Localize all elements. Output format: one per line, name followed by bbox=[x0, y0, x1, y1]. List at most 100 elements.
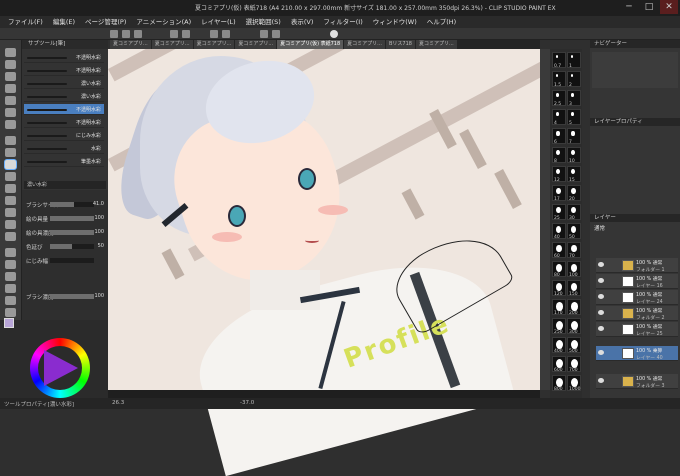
brush-density-row[interactable]: ブラシ濃度 100 bbox=[26, 292, 104, 301]
brush-size-preset[interactable]: 800 bbox=[552, 375, 566, 392]
menu-selection[interactable]: 選択範囲(S) bbox=[242, 16, 285, 28]
brush-size-preset[interactable]: 700 bbox=[567, 356, 581, 373]
foreground-color-swatch[interactable] bbox=[4, 318, 14, 328]
menu-page[interactable]: ページ管理(P) bbox=[81, 16, 130, 28]
brush-size-preset[interactable]: 70 bbox=[567, 242, 581, 259]
paint-amount-row[interactable]: 絵の具量 100 bbox=[26, 214, 104, 223]
prop-slider[interactable] bbox=[50, 258, 94, 263]
brush-size-preset[interactable]: 2.5 bbox=[552, 90, 566, 107]
save-icon[interactable] bbox=[134, 30, 142, 38]
undo-icon[interactable] bbox=[170, 30, 178, 38]
brush-item[interactable]: 濃い水彩 bbox=[24, 91, 104, 102]
decoration-tool-icon[interactable] bbox=[5, 184, 16, 193]
brush-size-preset[interactable]: 60 bbox=[552, 242, 566, 259]
canvas-tab-active[interactable]: 夏コミアプリ(仮) 表紙718 bbox=[277, 40, 344, 49]
eye-icon[interactable] bbox=[598, 350, 604, 355]
prop-slider[interactable] bbox=[50, 230, 94, 235]
brush-item[interactable]: 不透明水彩 bbox=[24, 65, 104, 76]
brush-item[interactable]: 不透明水彩 bbox=[24, 52, 104, 63]
zoom-tool-icon[interactable] bbox=[5, 48, 16, 57]
canvas-tab[interactable]: 夏コミアプリ... bbox=[344, 40, 385, 49]
eye-icon[interactable] bbox=[598, 262, 604, 267]
brush-item[interactable]: 濃い水彩 bbox=[24, 78, 104, 89]
fill-tool-icon[interactable] bbox=[5, 220, 16, 229]
brush-size-row[interactable]: ブラシサイズ 41.0 bbox=[26, 200, 104, 209]
open-icon[interactable] bbox=[122, 30, 130, 38]
prop-slider[interactable] bbox=[50, 244, 94, 249]
brush-size-preset[interactable]: 4 bbox=[552, 109, 566, 126]
blend-tool-icon[interactable] bbox=[5, 208, 16, 217]
new-icon[interactable] bbox=[110, 30, 118, 38]
brush-size-preset[interactable]: 20 bbox=[567, 185, 581, 202]
paint-density-row[interactable]: 絵の具濃度 100 bbox=[26, 228, 104, 237]
figure-tool-icon[interactable] bbox=[5, 248, 16, 257]
brush-size-preset[interactable]: 500 bbox=[567, 337, 581, 354]
brush-size-preset[interactable]: 50 bbox=[567, 223, 581, 240]
brush-size-preset[interactable]: 400 bbox=[552, 337, 566, 354]
brush-size-preset[interactable]: 3 bbox=[567, 90, 581, 107]
layer-row[interactable]: 100 % 通常 レイヤー 16 bbox=[596, 274, 678, 289]
canvas-tab[interactable]: 夏コミアプリ... bbox=[193, 40, 235, 49]
pen-tool-icon[interactable] bbox=[5, 136, 16, 145]
rotation-value[interactable]: -37.0 bbox=[240, 400, 254, 406]
brush-item[interactable]: 筆墨水彩 bbox=[24, 156, 104, 167]
frame-tool-icon[interactable] bbox=[5, 260, 16, 269]
menu-window[interactable]: ウィンドウ(W) bbox=[369, 16, 421, 28]
zoom-value[interactable]: 26.3 bbox=[112, 400, 124, 406]
brush-item[interactable]: にじみ水彩 bbox=[24, 130, 104, 141]
brush-size-preset[interactable]: 120 bbox=[552, 280, 566, 297]
layer-row[interactable]: 100 % 通常 レイヤー 24 bbox=[596, 290, 678, 305]
eye-icon[interactable] bbox=[598, 378, 604, 383]
prop-slider[interactable] bbox=[50, 216, 94, 221]
brush-item-selected[interactable]: 不透明水彩 bbox=[24, 104, 104, 115]
brush-size-preset[interactable]: 5 bbox=[567, 109, 581, 126]
brush-size-preset[interactable]: 2 bbox=[567, 71, 581, 88]
selection-tool-icon[interactable] bbox=[5, 96, 16, 105]
brush-size-preset[interactable]: 30 bbox=[567, 204, 581, 221]
invert-selection-icon[interactable] bbox=[272, 30, 280, 38]
layer-row[interactable]: 100 % 通常 フォルダー 1 bbox=[596, 258, 678, 273]
menu-help[interactable]: ヘルプ(H) bbox=[423, 16, 460, 28]
layer-row[interactable]: 100 % 通常 レイヤー 25 bbox=[596, 322, 678, 337]
airbrush-tool-icon[interactable] bbox=[5, 172, 16, 181]
canvas-horizontal-scrollbar[interactable] bbox=[108, 390, 540, 398]
auto-select-tool-icon[interactable] bbox=[5, 108, 16, 117]
menu-filter[interactable]: フィルター(I) bbox=[319, 16, 366, 28]
brush-size-preset[interactable]: 40 bbox=[552, 223, 566, 240]
gradient-tool-icon[interactable] bbox=[5, 232, 16, 241]
brush-size-preset[interactable]: 600 bbox=[552, 356, 566, 373]
eye-icon[interactable] bbox=[598, 326, 604, 331]
move-tool-icon[interactable] bbox=[5, 60, 16, 69]
prop-slider[interactable] bbox=[50, 202, 94, 207]
menu-file[interactable]: ファイル(F) bbox=[4, 16, 47, 28]
layer-row-selected[interactable]: 100 % 乗算 レイヤー 40 bbox=[596, 346, 678, 361]
move-layer-tool-icon[interactable] bbox=[5, 84, 16, 93]
brush-size-preset[interactable]: 170 bbox=[552, 299, 566, 316]
brush-item[interactable]: 水彩 bbox=[24, 143, 104, 154]
brush-size-preset[interactable]: 15 bbox=[567, 166, 581, 183]
menu-layer[interactable]: レイヤー(L) bbox=[197, 16, 240, 28]
brush-size-preset[interactable]: 1.5 bbox=[552, 71, 566, 88]
brush-size-preset[interactable]: 80 bbox=[552, 261, 566, 278]
operation-tool-icon[interactable] bbox=[5, 72, 16, 81]
brush-size-preset[interactable]: 6 bbox=[552, 128, 566, 145]
canvas-tab[interactable]: 夏コミアプリ... bbox=[110, 40, 151, 49]
brush-size-preset[interactable]: 10 bbox=[567, 147, 581, 164]
clip-studio-icon[interactable] bbox=[330, 30, 338, 38]
text-tool-icon[interactable] bbox=[5, 284, 16, 293]
eye-icon[interactable] bbox=[598, 294, 604, 299]
eyedropper-tool-icon[interactable] bbox=[5, 120, 16, 129]
brush-size-preset[interactable]: 200 bbox=[567, 299, 581, 316]
eye-icon[interactable] bbox=[598, 278, 604, 283]
brush-size-preset[interactable]: 1 bbox=[567, 52, 581, 69]
brush-size-preset[interactable]: 0.7 bbox=[552, 52, 566, 69]
ruler-tool-icon[interactable] bbox=[5, 272, 16, 281]
brush-size-preset[interactable]: 7 bbox=[567, 128, 581, 145]
eraser-tool-icon[interactable] bbox=[5, 196, 16, 205]
layer-row[interactable]: 100 % 通常 フォルダー 2 bbox=[596, 306, 678, 321]
menu-view[interactable]: 表示(V) bbox=[287, 16, 318, 28]
redo-icon[interactable] bbox=[182, 30, 190, 38]
brush-size-preset[interactable]: 300 bbox=[567, 318, 581, 335]
navigator-preview[interactable] bbox=[592, 52, 678, 88]
canvas-tab[interactable]: 夏コミアプリ... bbox=[235, 40, 277, 49]
